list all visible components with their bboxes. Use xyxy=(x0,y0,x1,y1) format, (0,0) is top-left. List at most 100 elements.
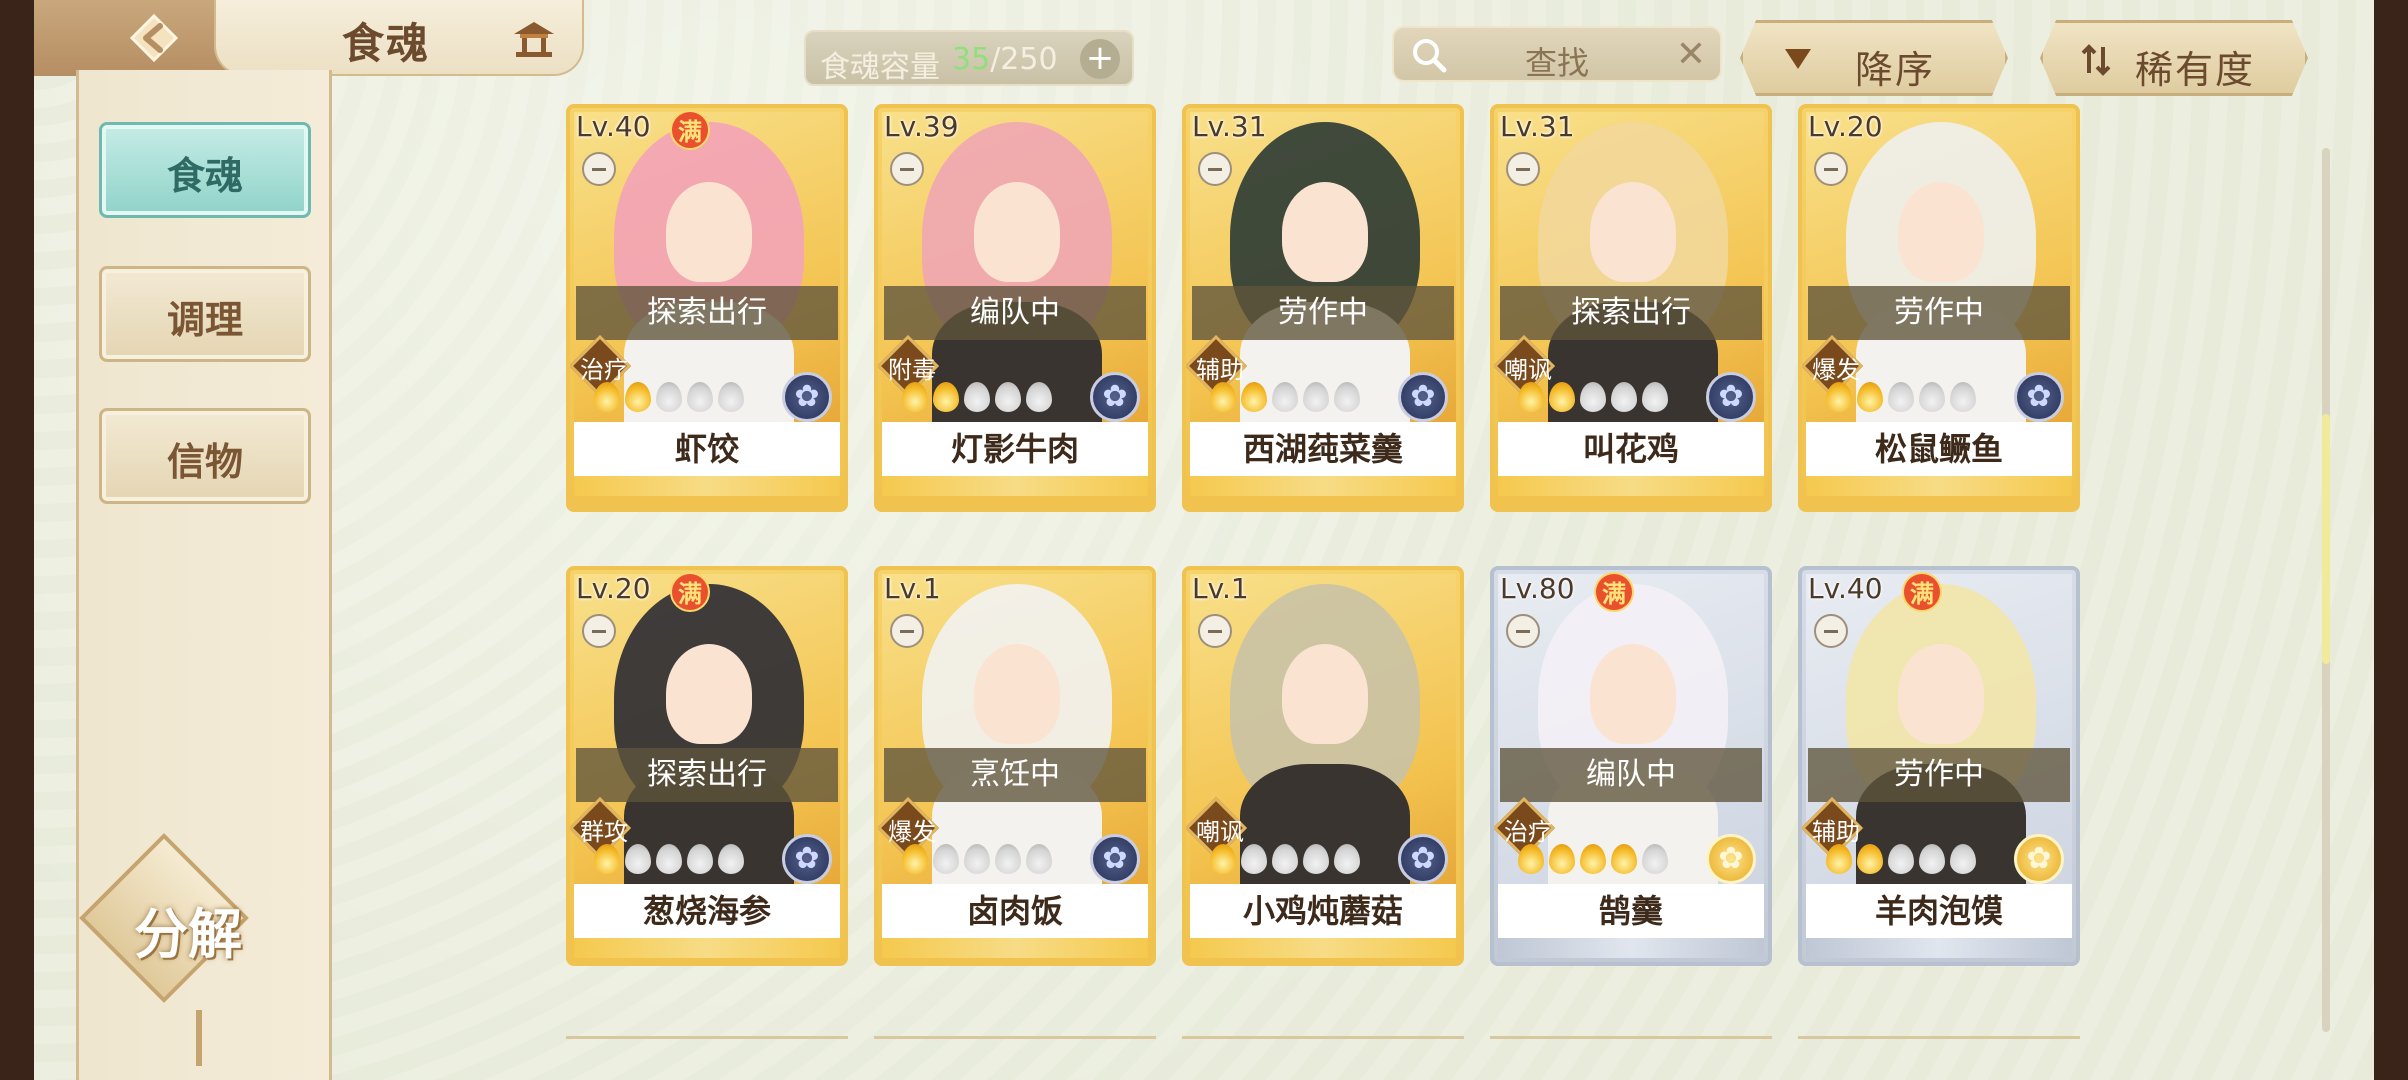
portrait-face xyxy=(974,182,1060,282)
flame-star-icon xyxy=(1334,844,1360,874)
flame-star-icon xyxy=(656,382,682,412)
scrollbar-thumb[interactable] xyxy=(2322,414,2330,664)
flower-emblem-icon xyxy=(2014,834,2064,884)
food-soul-name: 叫花鸡 xyxy=(1498,422,1764,476)
sidebar-item-tokens[interactable]: 信物 xyxy=(99,408,311,504)
flower-emblem-icon xyxy=(2014,372,2064,422)
food-soul-name: 羊肉泡馍 xyxy=(1806,884,2072,938)
flame-star-icon xyxy=(1026,382,1052,412)
food-soul-name: 西湖莼菜羹 xyxy=(1190,422,1456,476)
flame-star-icon xyxy=(1888,844,1914,874)
flame-star-icon xyxy=(1241,844,1267,874)
lock-toggle-icon[interactable] xyxy=(890,614,924,648)
lock-toggle-icon[interactable] xyxy=(1506,152,1540,186)
flame-star-icon xyxy=(995,844,1021,874)
food-soul-card[interactable]: Lv.40 满探索出行治疗虾饺 xyxy=(566,104,848,512)
flame-star-icon xyxy=(1642,844,1668,874)
star-rating xyxy=(594,382,749,418)
flame-star-icon xyxy=(1857,382,1883,412)
search-input[interactable]: 查找 ✕ xyxy=(1392,26,1722,82)
food-soul-card[interactable]: Lv.31 探索出行嘲讽叫花鸡 xyxy=(1490,104,1772,512)
lock-toggle-icon[interactable] xyxy=(1198,152,1232,186)
food-soul-card[interactable]: Lv.20 满探索出行群攻葱烧海参 xyxy=(566,566,848,966)
sort-order-button[interactable]: 降序 xyxy=(1740,20,2008,96)
portrait-face xyxy=(1590,182,1676,282)
food-soul-card[interactable]: Lv.80 满编队中治疗鹄羹 xyxy=(1490,566,1772,966)
status-banner: 编队中 xyxy=(1500,748,1762,802)
triangle-down-icon xyxy=(1785,49,1811,69)
flame-star-icon xyxy=(1611,382,1637,412)
role-label: 嘲讽 xyxy=(1504,356,1552,384)
flame-star-icon xyxy=(1549,844,1575,874)
level-label: Lv.1 xyxy=(1192,572,1249,605)
food-soul-card[interactable]: Lv.1 嘲讽小鸡炖蘑菇 xyxy=(1182,566,1464,966)
flame-star-icon xyxy=(625,382,651,412)
flower-emblem-icon xyxy=(1090,372,1140,422)
title-tab: 食魂 xyxy=(214,0,584,76)
flame-star-icon xyxy=(1303,382,1329,412)
food-soul-card[interactable]: Lv.31 劳作中辅助西湖莼菜羹 xyxy=(1182,104,1464,512)
lock-toggle-icon[interactable] xyxy=(582,152,616,186)
lock-toggle-icon[interactable] xyxy=(582,614,616,648)
star-rating xyxy=(1210,844,1365,880)
flame-star-icon xyxy=(1919,844,1945,874)
flame-star-icon xyxy=(902,382,928,412)
status-banner: 探索出行 xyxy=(576,748,838,802)
portrait-face xyxy=(1282,182,1368,282)
flame-star-icon xyxy=(1857,844,1883,874)
level-label: Lv.80 xyxy=(1500,572,1575,605)
lock-toggle-icon[interactable] xyxy=(890,152,924,186)
flame-star-icon xyxy=(625,844,651,874)
food-soul-card[interactable]: Lv.40 满劳作中辅助羊肉泡馍 xyxy=(1798,566,2080,966)
sidebar-item-label: 信物 xyxy=(166,440,243,484)
status-banner: 烹饪中 xyxy=(884,748,1146,802)
portrait-face xyxy=(1282,644,1368,744)
top-bar: 食魂 食魂容量 35/250 + 查找 ✕ 降序 稀有度 xyxy=(34,0,2374,96)
card-bottom-strip xyxy=(1806,476,2072,496)
role-label: 爆发 xyxy=(888,818,936,846)
capacity-plus-button[interactable]: + xyxy=(1080,39,1120,79)
card-bottom-strip xyxy=(574,476,840,496)
game-screen: 食魂 食魂容量 35/250 + 查找 ✕ 降序 稀有度 食魂 调理 信物 分解… xyxy=(34,0,2374,1080)
food-soul-card[interactable]: Lv.39 编队中附毒灯影牛肉 xyxy=(874,104,1156,512)
food-soul-card[interactable]: Lv.1 烹饪中爆发卤肉饭 xyxy=(874,566,1156,966)
rarity-filter-button[interactable]: 稀有度 xyxy=(2040,20,2308,96)
back-arrow-icon[interactable] xyxy=(126,10,182,66)
role-label: 治疗 xyxy=(580,356,628,384)
search-placeholder: 查找 xyxy=(1524,44,1589,82)
scrollbar[interactable] xyxy=(2322,148,2330,1032)
flame-star-icon xyxy=(594,382,620,412)
flame-star-icon xyxy=(1210,844,1236,874)
flame-star-icon xyxy=(718,844,744,874)
close-icon[interactable]: ✕ xyxy=(1676,34,1706,75)
flame-star-icon xyxy=(1518,844,1544,874)
portrait-face xyxy=(1898,182,1984,282)
sidebar-item-food-souls[interactable]: 食魂 xyxy=(99,122,311,218)
lock-toggle-icon[interactable] xyxy=(1814,614,1848,648)
status-banner: 劳作中 xyxy=(1192,286,1454,340)
card-bottom-strip xyxy=(1190,938,1456,958)
food-soul-name: 葱烧海参 xyxy=(574,884,840,938)
next-row-card xyxy=(1490,1036,1772,1042)
card-bottom-strip xyxy=(574,938,840,958)
flame-star-icon xyxy=(1950,844,1976,874)
role-label: 群攻 xyxy=(580,818,628,846)
level-label: Lv.40 xyxy=(1808,572,1883,605)
star-rating xyxy=(902,382,1057,418)
food-soul-name: 卤肉饭 xyxy=(882,884,1148,938)
card-bottom-strip xyxy=(882,938,1148,958)
flower-emblem-icon xyxy=(1398,834,1448,884)
lock-toggle-icon[interactable] xyxy=(1814,152,1848,186)
food-soul-card[interactable]: Lv.20 劳作中爆发松鼠鳜鱼 xyxy=(1798,104,2080,512)
sidebar-item-conditioning[interactable]: 调理 xyxy=(99,266,311,362)
flame-star-icon xyxy=(995,382,1021,412)
lock-toggle-icon[interactable] xyxy=(1198,614,1232,648)
flame-star-icon xyxy=(1580,844,1606,874)
pavilion-icon[interactable] xyxy=(512,20,556,60)
food-soul-name: 鹄羹 xyxy=(1498,884,1764,938)
food-soul-name: 小鸡炖蘑菇 xyxy=(1190,884,1456,938)
lock-toggle-icon[interactable] xyxy=(1506,614,1540,648)
flame-star-icon xyxy=(687,382,713,412)
flame-star-icon xyxy=(1272,844,1298,874)
flame-star-icon xyxy=(1950,382,1976,412)
